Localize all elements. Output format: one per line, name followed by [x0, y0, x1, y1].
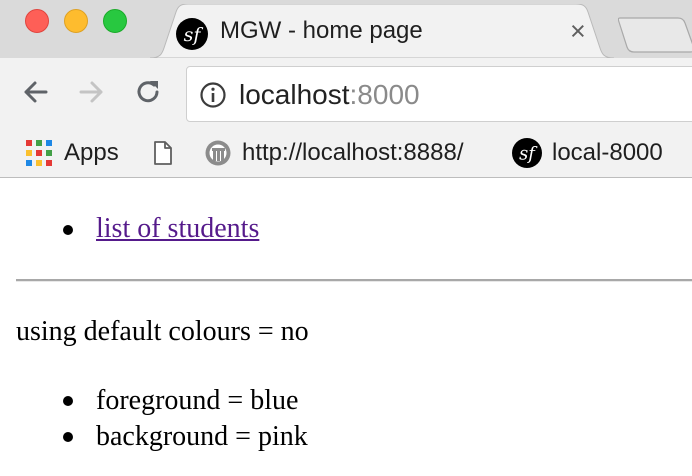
bullet-icon [63, 225, 73, 235]
apps-grid-dot [26, 160, 32, 166]
window-minimize-button[interactable] [64, 9, 88, 33]
symfony-icon: sf [512, 138, 542, 168]
window-close-button[interactable] [25, 9, 49, 33]
address-url[interactable]: localhost:8000 [239, 78, 420, 112]
list-item: foreground = blue [0, 383, 308, 419]
window-maximize-button[interactable] [103, 9, 127, 33]
tab-close-icon[interactable]: × [570, 15, 586, 47]
page-content: list of students using default colours =… [0, 178, 692, 476]
foreground-setting: foreground = blue [96, 385, 299, 416]
arrow-left-icon[interactable] [16, 72, 56, 112]
students-link[interactable]: list of students [96, 213, 259, 244]
browser-toolbar: localhost:8000 [0, 58, 692, 130]
apps-grid-dot [36, 150, 42, 156]
bookmark-label: http://localhost:8888/ [242, 139, 464, 166]
address-host: localhost [239, 79, 350, 110]
list-item: background = pink [0, 419, 308, 455]
list-item: list of students [0, 212, 259, 246]
nav-link-list: list of students [0, 212, 259, 246]
reload-icon[interactable] [128, 72, 168, 112]
horizontal-rule [16, 279, 692, 282]
background-setting: background = pink [96, 421, 308, 452]
apps-grid-dot [46, 160, 52, 166]
symfony-icon: sf [176, 18, 208, 50]
page-icon [154, 141, 172, 165]
apps-grid-icon [26, 140, 52, 166]
tab-strip: sf MGW - home page × [0, 0, 692, 58]
bullet-icon [63, 432, 73, 442]
apps-grid-dot [26, 140, 32, 146]
bookmark-apps[interactable]: Apps [26, 134, 119, 172]
tab-title: MGW - home page [220, 17, 423, 44]
apps-grid-dot [26, 150, 32, 156]
bullet-icon [63, 396, 73, 406]
tab-active[interactable]: sf MGW - home page × [150, 4, 614, 58]
apps-grid-dot [36, 140, 42, 146]
colour-list: foreground = blue background = pink [0, 383, 308, 455]
address-port: :8000 [349, 79, 420, 110]
info-icon[interactable] [199, 81, 227, 109]
bookmark-label: Apps [64, 139, 119, 166]
address-bar[interactable]: localhost:8000 [186, 66, 692, 122]
bookmark-page[interactable] [152, 134, 174, 172]
bookmark-local-8000[interactable]: sf local-8000 [512, 134, 663, 172]
new-tab-button[interactable] [618, 14, 692, 54]
bookmark-localhost-8888[interactable]: http://localhost:8888/ [204, 134, 463, 172]
bookmarks-bar: Apps http://localhost:8888/ sf local-800… [0, 130, 692, 178]
apps-grid-dot [46, 150, 52, 156]
globe-icon [205, 140, 231, 166]
arrow-right-icon[interactable] [71, 72, 111, 112]
defaults-status-text: using default colours = no [16, 316, 309, 347]
apps-grid-dot [36, 160, 42, 166]
apps-grid-dot [46, 140, 52, 146]
bookmark-label: local-8000 [552, 139, 663, 166]
svg-text:sf: sf [184, 24, 204, 46]
